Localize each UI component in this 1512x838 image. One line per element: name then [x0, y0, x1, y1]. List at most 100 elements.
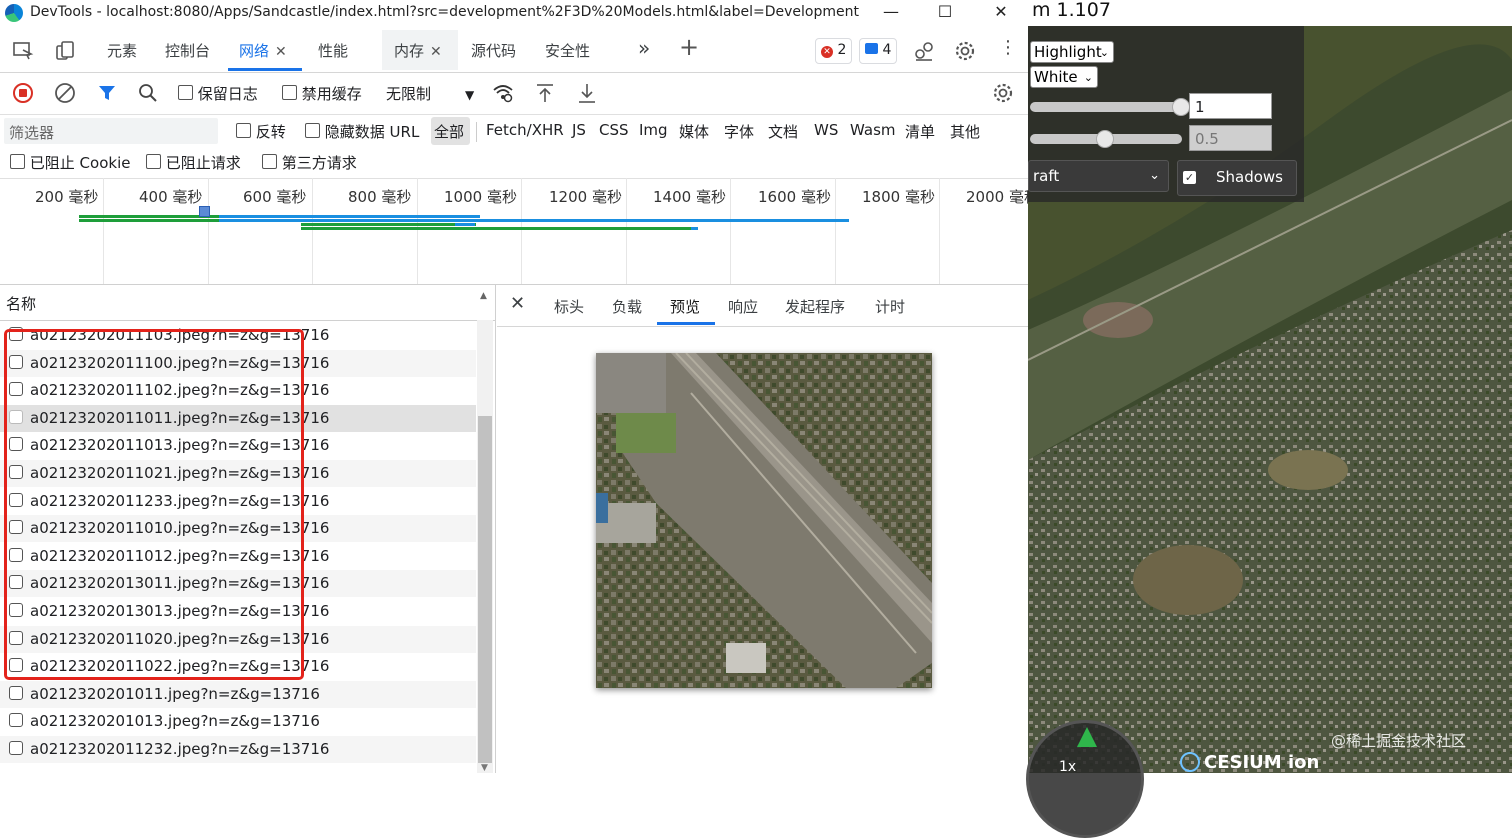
invert-checkbox[interactable]: [236, 123, 251, 138]
minimize-button[interactable]: —: [866, 0, 916, 26]
invert-option[interactable]: 反转: [236, 121, 286, 142]
filter-funnel-icon[interactable]: [96, 82, 118, 104]
type-filter-ws[interactable]: WS: [814, 121, 838, 139]
table-row[interactable]: a02123202011022.jpeg?n=z&g=13716: [0, 653, 476, 680]
type-filter-doc[interactable]: 文档: [768, 121, 798, 142]
close-icon[interactable]: ✕: [275, 44, 287, 60]
table-row[interactable]: a02123202011233.jpeg?n=z&g=13716: [0, 488, 476, 515]
error-badge[interactable]: ✕ 2: [815, 38, 853, 64]
table-row[interactable]: a02123202011013.jpeg?n=z&g=13716: [0, 432, 476, 459]
filter-input[interactable]: 筛选器: [4, 118, 218, 144]
tab-response[interactable]: 响应: [728, 296, 758, 317]
table-row[interactable]: a02123202011011.jpeg?n=z&g=13716: [0, 404, 476, 432]
type-filter-other[interactable]: 其他: [950, 121, 980, 142]
kebab-menu-icon[interactable]: ⋮: [999, 37, 1017, 58]
type-filter-manifest[interactable]: 清单: [905, 121, 935, 142]
throttling-select[interactable]: 无限制 ▼: [386, 83, 474, 104]
type-filter-wasm[interactable]: Wasm: [850, 121, 896, 139]
inspect-element-icon[interactable]: [12, 40, 34, 62]
mix-input[interactable]: 0.5: [1189, 125, 1272, 151]
close-detail-icon[interactable]: ✕: [510, 293, 525, 314]
tab-elements[interactable]: 元素: [107, 40, 137, 61]
table-row[interactable]: a02123202011020.jpeg?n=z&g=13716: [0, 625, 476, 653]
type-filter-js[interactable]: JS: [572, 121, 586, 139]
table-row[interactable]: a0212320201011.jpeg?n=z&g=13716: [0, 680, 476, 708]
close-icon[interactable]: ✕: [430, 44, 442, 60]
add-tab-icon[interactable]: +: [679, 33, 699, 61]
tab-console[interactable]: 控制台: [165, 40, 210, 61]
tab-preview[interactable]: 预览: [670, 296, 700, 317]
color-select[interactable]: White ⌄: [1030, 66, 1098, 88]
preserve-log-option[interactable]: 保留日志: [178, 83, 258, 104]
blocked-requests-checkbox[interactable]: [146, 154, 161, 169]
scrollbar-thumb[interactable]: [478, 416, 492, 763]
chevron-down-icon: ⌄: [1099, 46, 1109, 59]
device-toolbar-icon[interactable]: [54, 40, 76, 62]
settings-gear-icon[interactable]: [954, 40, 976, 62]
alpha-slider-track[interactable]: [1030, 102, 1182, 112]
network-overview-timeline[interactable]: 200 毫秒 400 毫秒 600 毫秒 800 毫秒 1000 毫秒 1200…: [0, 178, 1028, 285]
blocked-requests-option[interactable]: 已阻止请求: [146, 152, 241, 173]
row-checkbox-icon: [9, 603, 23, 617]
type-filter-all[interactable]: 全部: [434, 121, 464, 142]
customize-icon[interactable]: [913, 40, 935, 62]
maximize-button[interactable]: ☐: [920, 0, 970, 26]
type-filter-css[interactable]: CSS: [599, 121, 629, 139]
export-har-icon[interactable]: [576, 82, 598, 104]
tab-sources[interactable]: 源代码: [471, 40, 516, 61]
table-row[interactable]: a02123202011100.jpeg?n=z&g=13716: [0, 349, 476, 377]
shadows-checkbox[interactable]: ✓: [1183, 171, 1196, 184]
table-row[interactable]: a02123202011012.jpeg?n=z&g=13716: [0, 543, 476, 570]
tab-timing[interactable]: 计时: [875, 296, 905, 317]
message-badge[interactable]: 4: [859, 38, 898, 64]
table-row[interactable]: a02123202011232.jpeg?n=z&g=13716: [0, 736, 476, 763]
cesium-ion-logo[interactable]: CESIUM ion: [1180, 752, 1319, 773]
scrollbar[interactable]: ▼: [477, 320, 493, 773]
table-row[interactable]: a02123202013011.jpeg?n=z&g=13716: [0, 570, 476, 598]
type-filter-fetch[interactable]: Fetch/XHR: [486, 121, 564, 139]
table-row[interactable]: a02123202011102.jpeg?n=z&g=13716: [0, 377, 476, 404]
shadows-toggle[interactable]: ✓ Shadows: [1177, 160, 1297, 196]
mix-slider-thumb[interactable]: [1096, 130, 1114, 148]
tab-performance[interactable]: 性能: [318, 40, 348, 61]
third-party-checkbox[interactable]: [262, 154, 277, 169]
blocked-cookies-option[interactable]: 已阻止 Cookie: [10, 152, 130, 173]
tab-network[interactable]: 网络 ✕: [239, 40, 287, 61]
disable-cache-checkbox[interactable]: [282, 85, 297, 100]
import-har-icon[interactable]: [534, 82, 556, 104]
type-filter-img[interactable]: Img: [639, 121, 668, 139]
table-row[interactable]: a02123202011021.jpeg?n=z&g=13716: [0, 460, 476, 487]
scroll-down-icon[interactable]: ▼: [481, 763, 488, 773]
tab-headers[interactable]: 标头: [554, 296, 584, 317]
tab-payload[interactable]: 负载: [612, 296, 642, 317]
table-row[interactable]: a02123202013013.jpeg?n=z&g=13716: [0, 598, 476, 625]
network-settings-gear-icon[interactable]: [992, 82, 1014, 104]
close-window-button[interactable]: ✕: [976, 0, 1026, 26]
hide-data-urls-checkbox[interactable]: [305, 123, 320, 138]
search-icon[interactable]: [137, 82, 159, 104]
column-name-header[interactable]: 名称: [6, 293, 36, 314]
hide-data-urls-option[interactable]: 隐藏数据 URL: [305, 121, 419, 142]
clear-icon[interactable]: [54, 82, 76, 104]
table-row[interactable]: a02123202011010.jpeg?n=z&g=13716: [0, 515, 476, 543]
tab-initiator[interactable]: 发起程序: [785, 296, 845, 317]
preserve-log-checkbox[interactable]: [178, 85, 193, 100]
record-stop-icon[interactable]: [12, 82, 34, 104]
disable-cache-option[interactable]: 禁用缓存: [282, 83, 362, 104]
alpha-slider-thumb[interactable]: [1172, 98, 1190, 116]
model-select[interactable]: raft ⌄: [1028, 160, 1169, 192]
blocked-cookies-checkbox[interactable]: [10, 154, 25, 169]
navigation-widget[interactable]: 1x: [1026, 720, 1144, 838]
table-row[interactable]: a02123202011103.jpeg?n=z&g=13716: [0, 322, 476, 349]
more-tabs-icon[interactable]: »: [638, 36, 650, 60]
network-conditions-icon[interactable]: [492, 82, 514, 104]
third-party-option[interactable]: 第三方请求: [262, 152, 357, 173]
tab-security[interactable]: 安全性: [545, 40, 590, 61]
grid-line: [835, 178, 836, 284]
type-filter-media[interactable]: 媒体: [679, 121, 709, 142]
highlight-select[interactable]: Highlight ⌄: [1030, 41, 1114, 63]
alpha-input[interactable]: 1: [1189, 93, 1272, 119]
table-row[interactable]: a0212320201013.jpeg?n=z&g=13716: [0, 708, 476, 735]
type-filter-font[interactable]: 字体: [724, 121, 754, 142]
tab-memory[interactable]: 内存 ✕: [394, 40, 442, 61]
